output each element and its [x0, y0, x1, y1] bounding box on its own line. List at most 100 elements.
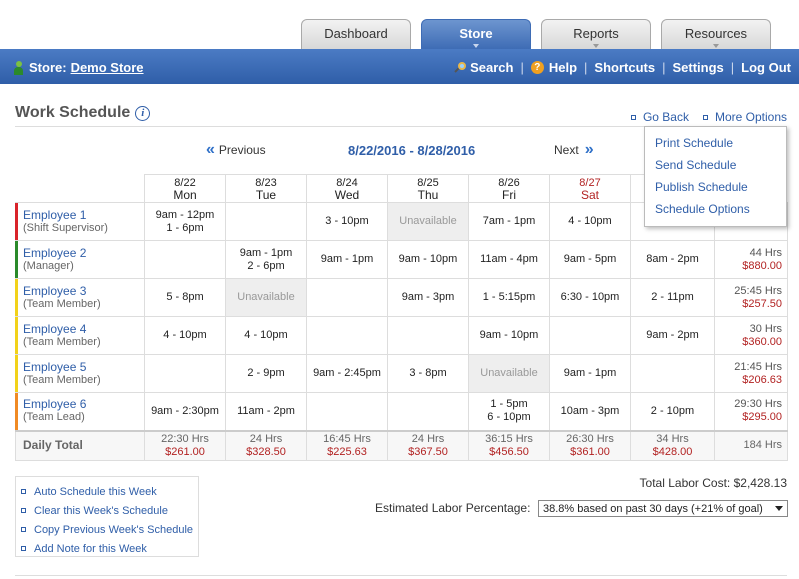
tab-label: Store: [459, 26, 493, 41]
shift-cell[interactable]: 9am - 2:30pm: [144, 392, 226, 431]
unavailable-cell[interactable]: Unavailable: [387, 202, 469, 241]
employee-color-bar: [15, 317, 18, 354]
daily-total-row: Daily Total 22:30 Hrs $261.00 24 Hrs $328.50…: [15, 429, 788, 461]
daily-total-cell: 36:15 Hrs $456.50: [468, 429, 550, 461]
shift-cell[interactable]: [387, 316, 469, 355]
day-header: 8/27 Sat: [549, 174, 631, 203]
employee-cell[interactable]: Employee 3 (Team Member): [15, 278, 145, 317]
previous-week-button[interactable]: « Previous: [206, 142, 266, 158]
info-icon[interactable]: i: [135, 105, 151, 121]
menu-item-publish-schedule[interactable]: Publish Schedule: [645, 179, 786, 201]
shift-cell[interactable]: 9am - 1pm: [306, 240, 388, 279]
daily-total-cell: 22:30 Hrs $261.00: [144, 429, 226, 461]
shift-cell[interactable]: 2 - 11pm: [630, 278, 715, 317]
go-back-link[interactable]: Go Back: [630, 110, 689, 124]
daily-cost: $225.63: [327, 445, 367, 458]
shift-cell[interactable]: [387, 392, 469, 431]
shift-time: 2 - 11pm: [651, 291, 694, 303]
shift-cell[interactable]: 4 - 10pm: [549, 202, 631, 241]
shift-cell[interactable]: 1 - 5pm 6 - 10pm: [468, 392, 550, 431]
employee-name[interactable]: Employee 6: [23, 398, 144, 411]
employee-name[interactable]: Employee 4: [23, 322, 144, 336]
shift-cell[interactable]: 9am - 1pm 2 - 6pm: [225, 240, 307, 279]
employee-cell[interactable]: Employee 4 (Team Member): [15, 316, 145, 355]
nav-divider: |: [584, 60, 588, 75]
employee-name[interactable]: Employee 5: [23, 360, 144, 374]
copy-previous-week-link[interactable]: Copy Previous Week's Schedule: [21, 520, 198, 539]
labor-percentage-select[interactable]: 38.8% based on past 30 days (+21% of goa…: [538, 500, 788, 517]
employee-name[interactable]: Employee 1: [23, 208, 144, 222]
shift-cell[interactable]: [306, 278, 388, 317]
employee-cell[interactable]: Employee 6 (Team Lead): [15, 392, 145, 431]
next-week-button[interactable]: Next »: [554, 142, 593, 158]
shift-cell[interactable]: 9am - 1pm: [549, 354, 631, 393]
day-header: 8/24 Wed: [306, 174, 388, 203]
shift-cell[interactable]: 2 - 9pm: [225, 354, 307, 393]
page-title-text: Work Schedule: [15, 104, 131, 121]
shift-cell[interactable]: [630, 354, 715, 393]
shift-cell[interactable]: 9am - 2:45pm: [306, 354, 388, 393]
total-labor-value: $2,428.13: [733, 476, 787, 490]
shift-cell[interactable]: 9am - 2pm: [630, 316, 715, 355]
shift-cell[interactable]: 11am - 2pm: [225, 392, 307, 431]
shift-cell[interactable]: 6:30 - 10pm: [549, 278, 631, 317]
shift-cell[interactable]: [306, 316, 388, 355]
shift-cell[interactable]: 9am - 10pm: [468, 316, 550, 355]
shift-cell[interactable]: 10am - 3pm: [549, 392, 631, 431]
shift-time: 1 - 5:15pm: [482, 291, 536, 303]
shift-time: 2 - 6pm: [247, 259, 285, 272]
menu-item-send-schedule[interactable]: Send Schedule: [645, 157, 786, 179]
shift-cell[interactable]: [144, 354, 226, 393]
shift-cell[interactable]: [306, 392, 388, 431]
shift-cell[interactable]: 4 - 10pm: [144, 316, 226, 355]
shift-cell[interactable]: [549, 316, 631, 355]
more-options-link[interactable]: More Options: [702, 110, 787, 124]
shift-cell[interactable]: [225, 202, 307, 241]
tab-label: Dashboard: [324, 26, 388, 41]
employee-name[interactable]: Employee 3: [23, 284, 144, 298]
employee-cell[interactable]: Employee 1 (Shift Supervisor): [15, 202, 145, 241]
next-label: Next: [554, 143, 579, 157]
clear-week-link[interactable]: Clear this Week's Schedule: [21, 501, 198, 520]
shift-cell[interactable]: 9am - 5pm: [549, 240, 631, 279]
shift-cell[interactable]: [144, 240, 226, 279]
shift-cell[interactable]: 5 - 8pm: [144, 278, 226, 317]
shift-cell[interactable]: 8am - 2pm: [630, 240, 715, 279]
search-link[interactable]: Search: [454, 60, 513, 75]
menu-item-print-schedule[interactable]: Print Schedule: [645, 135, 786, 157]
store-name-link[interactable]: Demo Store: [71, 60, 144, 75]
auto-schedule-link[interactable]: Auto Schedule this Week: [21, 482, 198, 501]
shift-time: 9am - 2:45pm: [313, 367, 381, 379]
unavailable-cell[interactable]: Unavailable: [225, 278, 307, 317]
help-link[interactable]: ? Help: [530, 60, 577, 75]
shift-cell[interactable]: 4 - 10pm: [225, 316, 307, 355]
shift-cell[interactable]: 3 - 8pm: [387, 354, 469, 393]
shift-cell[interactable]: 1 - 5:15pm: [468, 278, 550, 317]
shift-cell[interactable]: 2 - 10pm: [630, 392, 715, 431]
shift-cell[interactable]: 11am - 4pm: [468, 240, 550, 279]
shift-cell[interactable]: 3 - 10pm: [306, 202, 388, 241]
shift-cell[interactable]: 7am - 1pm: [468, 202, 550, 241]
employee-cell[interactable]: Employee 2 (Manager): [15, 240, 145, 279]
shift-cell[interactable]: 9am - 12pm 1 - 6pm: [144, 202, 226, 241]
add-note-link[interactable]: Add Note for this Week: [21, 539, 198, 558]
day-header: 8/23 Tue: [225, 174, 307, 203]
menu-item-schedule-options[interactable]: Schedule Options: [645, 201, 786, 223]
shortcuts-link[interactable]: Shortcuts: [594, 60, 655, 75]
employee-name[interactable]: Employee 2: [23, 246, 144, 260]
tab-store[interactable]: Store: [421, 19, 531, 49]
tab-resources[interactable]: Resources: [661, 19, 771, 49]
employee-cost: $360.00: [742, 335, 782, 348]
shift-cell[interactable]: 9am - 3pm: [387, 278, 469, 317]
employee-role: (Team Lead): [23, 411, 85, 424]
tab-dashboard[interactable]: Dashboard: [301, 19, 411, 49]
daily-cost: $261.00: [165, 445, 205, 458]
bullet-icon: [21, 546, 26, 551]
shift-cell[interactable]: 9am - 10pm: [387, 240, 469, 279]
settings-link[interactable]: Settings: [672, 60, 723, 75]
unavailable-cell[interactable]: Unavailable: [468, 354, 550, 393]
employee-cell[interactable]: Employee 5 (Team Member): [15, 354, 145, 393]
tab-reports[interactable]: Reports: [541, 19, 651, 49]
day-name: Mon: [173, 187, 197, 202]
logout-link[interactable]: Log Out: [741, 60, 791, 75]
